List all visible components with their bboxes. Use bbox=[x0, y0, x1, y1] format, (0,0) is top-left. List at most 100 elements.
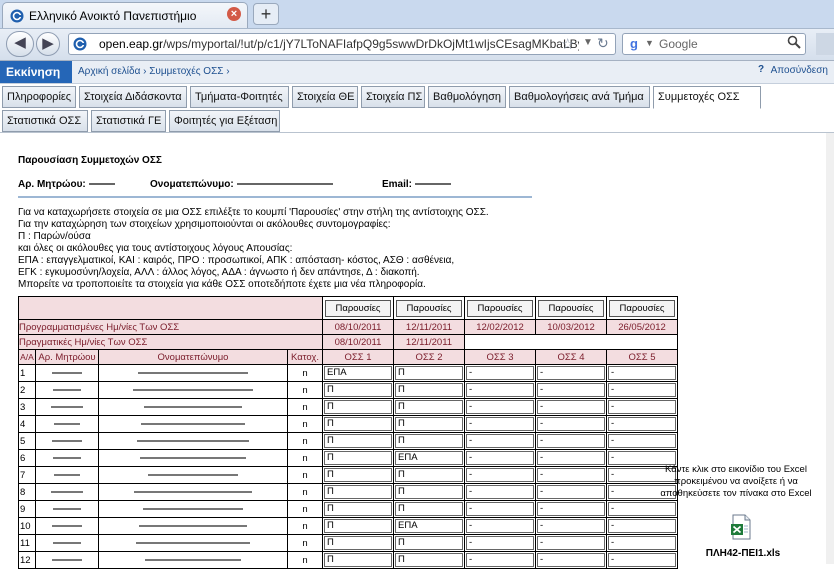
tab-oss-statistics[interactable]: Στατιστικά ΟΣΣ bbox=[2, 110, 88, 132]
oss5-status[interactable]: - bbox=[608, 383, 676, 397]
browser-tab[interactable]: Ελληνικό Ανοικτό Πανεπιστήμιο × bbox=[2, 2, 248, 28]
tab-ge-statistics[interactable]: Στατιστικά ΓΕ bbox=[91, 110, 166, 132]
presence-button-oss2[interactable]: Παρουσίες bbox=[396, 299, 462, 317]
oss4-status[interactable]: - bbox=[537, 519, 605, 533]
tab-grading[interactable]: Βαθμολόγηση bbox=[428, 86, 506, 108]
search-bar[interactable]: g ▼ Google bbox=[622, 33, 806, 55]
oss5-status[interactable]: - bbox=[608, 519, 676, 533]
oss3-status[interactable]: - bbox=[466, 485, 534, 499]
tab-oss-participation[interactable]: Συμμετοχές ΟΣΣ bbox=[653, 86, 761, 109]
oss2-status[interactable]: Π bbox=[395, 502, 463, 516]
oss2-status[interactable]: Π bbox=[395, 417, 463, 431]
google-search-engine-icon[interactable]: g bbox=[626, 36, 642, 52]
oss1-status[interactable]: Π bbox=[324, 553, 392, 567]
oss4-status[interactable]: - bbox=[537, 434, 605, 448]
oss1-status[interactable]: Π bbox=[324, 536, 392, 550]
search-icon[interactable] bbox=[787, 35, 801, 49]
oss5-status[interactable]: - bbox=[608, 400, 676, 414]
oss5-status[interactable]: - bbox=[608, 366, 676, 380]
oss5-status[interactable]: - bbox=[608, 434, 676, 448]
oss3-status[interactable]: - bbox=[466, 536, 534, 550]
presence-button-oss5[interactable]: Παρουσίες bbox=[609, 299, 675, 317]
oss4-status[interactable]: - bbox=[537, 383, 605, 397]
excel-file-link[interactable]: ΠΛΗ42-ΠΕΙ1.xls bbox=[688, 548, 798, 559]
oss3-status[interactable]: - bbox=[466, 434, 534, 448]
oss5-status[interactable]: - bbox=[608, 536, 676, 550]
tab-teacher-info[interactable]: Στοιχεία Διδάσκοντα bbox=[79, 86, 187, 108]
oss1-status[interactable]: Π bbox=[324, 417, 392, 431]
oss3-status[interactable]: - bbox=[466, 366, 534, 380]
oss5-status[interactable]: - bbox=[608, 417, 676, 431]
oss1-status[interactable]: Π bbox=[324, 400, 392, 414]
oss4-status[interactable]: - bbox=[537, 468, 605, 482]
oss1-status[interactable]: Π bbox=[324, 485, 392, 499]
tab-students-for-exam[interactable]: Φοιτητές για Εξέταση bbox=[169, 110, 280, 132]
bookmark-star-icon[interactable]: ☆ bbox=[561, 35, 574, 53]
oss4-status[interactable]: - bbox=[537, 451, 605, 465]
oss1-status[interactable]: Π bbox=[324, 502, 392, 516]
instruction-line: Π : Παρών/ούσα bbox=[18, 231, 91, 242]
oss1-status[interactable]: Π bbox=[324, 383, 392, 397]
oss4-status[interactable]: - bbox=[537, 417, 605, 431]
tab-groups-students[interactable]: Τμήματα-Φοιτητές bbox=[190, 86, 289, 108]
oss3-status[interactable]: - bbox=[466, 519, 534, 533]
search-engine-dropdown-icon[interactable]: ▼ bbox=[645, 38, 654, 48]
redacted-name bbox=[140, 457, 246, 459]
presence-button-oss1[interactable]: Παρουσίες bbox=[325, 299, 391, 317]
oss4-status[interactable]: - bbox=[537, 536, 605, 550]
tab-info[interactable]: Πληροφορίες bbox=[2, 86, 76, 108]
oss2-status[interactable]: Π bbox=[395, 468, 463, 482]
url-text[interactable]: open.eap.gr/wps/myportal/!ut/p/c1/jY7LTo… bbox=[99, 37, 579, 51]
oss3-status[interactable]: - bbox=[466, 502, 534, 516]
oss1-status[interactable]: Π bbox=[324, 434, 392, 448]
help-icon[interactable]: ? bbox=[758, 64, 764, 75]
back-button[interactable]: ◀ bbox=[6, 31, 34, 57]
oss1-status[interactable]: Π bbox=[324, 519, 392, 533]
oss3-status[interactable]: - bbox=[466, 451, 534, 465]
new-tab-button[interactable]: + bbox=[253, 3, 279, 25]
oss2-status[interactable]: ΕΠΑ bbox=[395, 519, 463, 533]
oss4-status[interactable]: - bbox=[537, 502, 605, 516]
url-bar[interactable]: open.eap.gr/wps/myportal/!ut/p/c1/jY7LTo… bbox=[68, 33, 616, 55]
forward-button[interactable]: ▶ bbox=[36, 32, 60, 56]
oss3-status[interactable]: - bbox=[466, 400, 534, 414]
oss5-status[interactable]: - bbox=[608, 451, 676, 465]
oss2-status[interactable]: Π bbox=[395, 485, 463, 499]
tab-thematic-unit[interactable]: Στοιχεία ΘΕ bbox=[292, 86, 358, 108]
reload-icon[interactable]: ↻ bbox=[597, 35, 609, 52]
oss3-status[interactable]: - bbox=[466, 417, 534, 431]
tab-grades-per-group[interactable]: Βαθμολογήσεις ανά Τμήμα bbox=[509, 86, 650, 108]
tab-study-program[interactable]: Στοιχεία ΠΣ bbox=[361, 86, 425, 108]
oss4-status[interactable]: - bbox=[537, 366, 605, 380]
oss2-status[interactable]: ΕΠΑ bbox=[395, 451, 463, 465]
oss1-status[interactable]: Π bbox=[324, 451, 392, 465]
page-scrollbar[interactable] bbox=[826, 133, 834, 564]
oss2-status[interactable]: Π bbox=[395, 383, 463, 397]
oss4-status[interactable]: - bbox=[537, 485, 605, 499]
oss3-status[interactable]: - bbox=[466, 553, 534, 567]
oss2-status[interactable]: Π bbox=[395, 400, 463, 414]
oss1-status[interactable]: Π bbox=[324, 468, 392, 482]
breadcrumb[interactable]: Αρχική σελίδα › Συμμετοχές ΟΣΣ › bbox=[78, 66, 230, 77]
start-menu-button[interactable]: Εκκίνηση ↘ bbox=[0, 61, 72, 101]
excel-file-icon[interactable] bbox=[730, 514, 752, 540]
row-am bbox=[36, 416, 98, 432]
oss3-status[interactable]: - bbox=[466, 468, 534, 482]
oss1-status[interactable]: ΕΠΑ bbox=[324, 366, 392, 380]
oss2-status[interactable]: Π bbox=[395, 536, 463, 550]
row-name bbox=[99, 365, 287, 381]
tab-close-icon[interactable]: × bbox=[227, 7, 241, 21]
oss5-status[interactable]: - bbox=[608, 553, 676, 567]
url-dropdown-icon[interactable]: ▼ bbox=[583, 37, 593, 48]
oss2-status[interactable]: Π bbox=[395, 366, 463, 380]
oss3-status[interactable]: - bbox=[466, 383, 534, 397]
logout-link[interactable]: Αποσύνδεση bbox=[771, 65, 828, 76]
oss5-status[interactable]: - bbox=[608, 502, 676, 516]
presence-button-oss3[interactable]: Παρουσίες bbox=[467, 299, 533, 317]
oss2-status[interactable]: Π bbox=[395, 434, 463, 448]
oss4-status[interactable]: - bbox=[537, 400, 605, 414]
presence-button-oss4[interactable]: Παρουσίες bbox=[538, 299, 604, 317]
oss2-status[interactable]: Π bbox=[395, 553, 463, 567]
toolbar-overflow-button[interactable] bbox=[816, 33, 834, 55]
oss4-status[interactable]: - bbox=[537, 553, 605, 567]
